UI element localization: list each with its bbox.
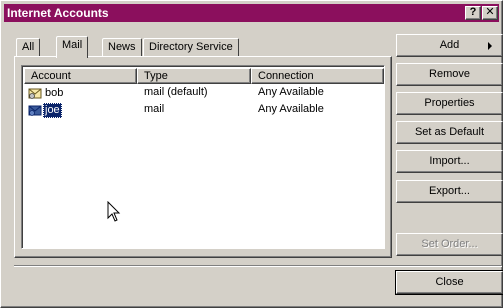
list-item[interactable]: bob mail (default) Any Available xyxy=(24,85,384,101)
accounts-list[interactable]: Account Type Connection bob mail (defaul… xyxy=(21,65,385,249)
export-button[interactable]: Export... xyxy=(396,180,503,203)
account-connection: Any Available xyxy=(258,86,324,98)
tab-label: Directory Service xyxy=(149,41,233,53)
column-header-type[interactable]: Type xyxy=(137,68,251,84)
help-icon: ? xyxy=(469,6,477,18)
mail-account-icon xyxy=(28,88,42,99)
divider xyxy=(14,265,502,267)
set-order-button[interactable]: Set Order... xyxy=(396,233,503,256)
tab-label: Mail xyxy=(62,39,83,51)
tab-label: News xyxy=(108,41,136,53)
title-bar[interactable]: Internet Accounts ? ✕ xyxy=(4,4,499,22)
set-as-default-button[interactable]: Set as Default xyxy=(396,121,503,144)
account-type: mail (default) xyxy=(144,86,208,98)
arrow-right-icon xyxy=(488,42,492,50)
mouse-pointer-icon xyxy=(107,201,121,222)
account-connection: Any Available xyxy=(258,103,324,115)
mail-account-icon xyxy=(28,105,42,116)
internet-accounts-window: Internet Accounts ? ✕ All Mail News Dire… xyxy=(0,0,503,308)
tab-mail[interactable]: Mail xyxy=(56,36,89,58)
tab-label: All xyxy=(22,41,35,53)
add-button[interactable]: Add xyxy=(396,34,503,57)
account-type: mail xyxy=(144,103,165,115)
column-header-account[interactable]: Account xyxy=(24,68,137,84)
account-name-selected: joe xyxy=(43,103,62,118)
properties-button[interactable]: Properties xyxy=(396,92,503,115)
tab-news[interactable]: News xyxy=(102,38,142,56)
list-item[interactable]: joe mail Any Available xyxy=(24,102,384,118)
close-window-button[interactable]: ✕ xyxy=(482,6,498,20)
remove-button[interactable]: Remove xyxy=(396,63,503,86)
tab-directory-service[interactable]: Directory Service xyxy=(143,38,239,56)
close-icon: ✕ xyxy=(485,6,495,18)
help-button[interactable]: ? xyxy=(465,6,481,20)
window-title: Internet Accounts xyxy=(7,6,109,20)
list-header: Account Type Connection xyxy=(24,68,384,84)
column-header-connection[interactable]: Connection xyxy=(251,68,384,84)
import-button[interactable]: Import... xyxy=(396,150,503,173)
close-button[interactable]: Close xyxy=(396,271,503,294)
account-name: bob xyxy=(45,87,64,99)
tab-all[interactable]: All xyxy=(16,38,41,56)
